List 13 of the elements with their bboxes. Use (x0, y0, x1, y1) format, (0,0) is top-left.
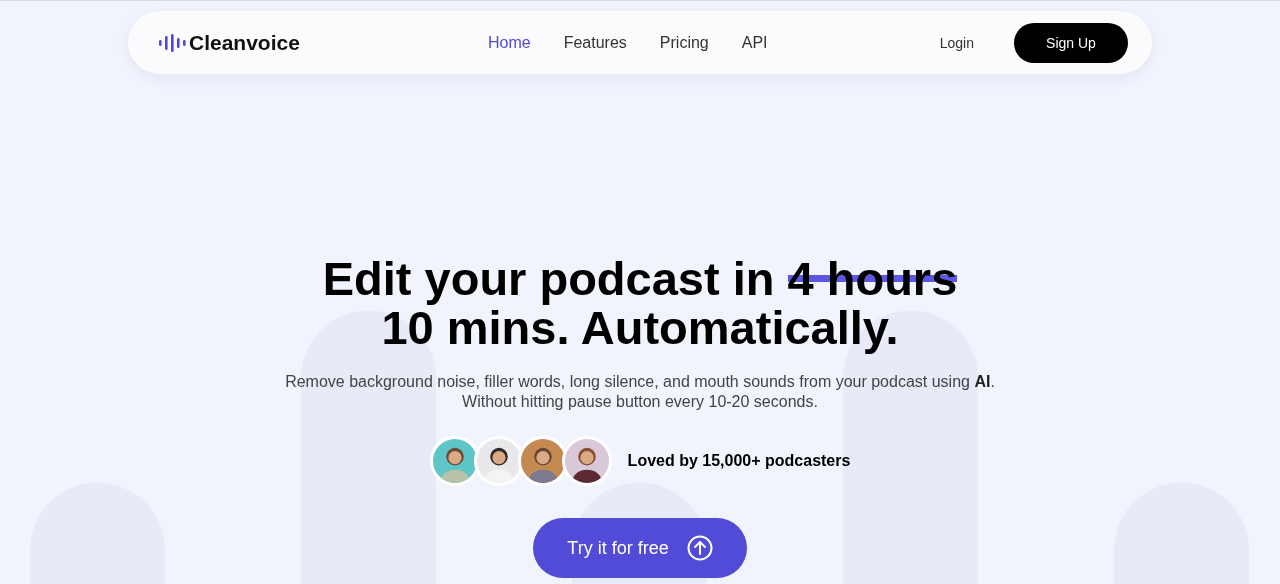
nav-link[interactable]: Home (488, 33, 531, 52)
login-link[interactable]: Login (939, 34, 974, 51)
subtitle-text: Remove background noise, filler words, long silence, and mouth sounds from your podcast using AI. (285, 372, 995, 392)
subtitle-text: Without hitting pause button every 10-20 seconds. (461, 392, 819, 412)
social-proof-text: Loved by 15,000+ podcasters (627, 452, 851, 470)
nav-link[interactable]: Features (563, 33, 627, 52)
arrow-up-circle-icon (686, 535, 713, 561)
sound-wave-logo-icon (158, 33, 186, 52)
nav-link[interactable]: API (741, 33, 768, 52)
try-free-button[interactable]: Try it for free (533, 518, 747, 578)
sign-up-button[interactable]: Sign Up (1014, 22, 1128, 63)
nav-link[interactable]: Pricing (659, 33, 709, 52)
brand-name: Cleanvoice (189, 30, 300, 55)
